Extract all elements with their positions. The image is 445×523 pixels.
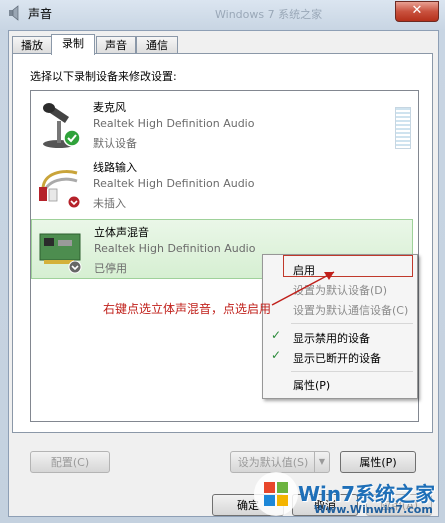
sound-dialog: 声音 Windows 7 系统之家 ✕ 播放 录制 声音 通信 选择以下录制设备… — [0, 0, 445, 523]
chevron-down-icon[interactable]: ▼ — [314, 452, 329, 472]
watermark-url: Www.Winwin7.com — [314, 503, 433, 516]
annotation-arrow — [271, 271, 335, 306]
tab-recording[interactable]: 录制 — [51, 34, 95, 55]
configure-button[interactable]: 配置(C) — [30, 451, 110, 473]
annotation-text: 右键点选立体声混音，点选启用 — [103, 302, 272, 316]
set-default-label: 设为默认值(S) — [237, 456, 309, 469]
